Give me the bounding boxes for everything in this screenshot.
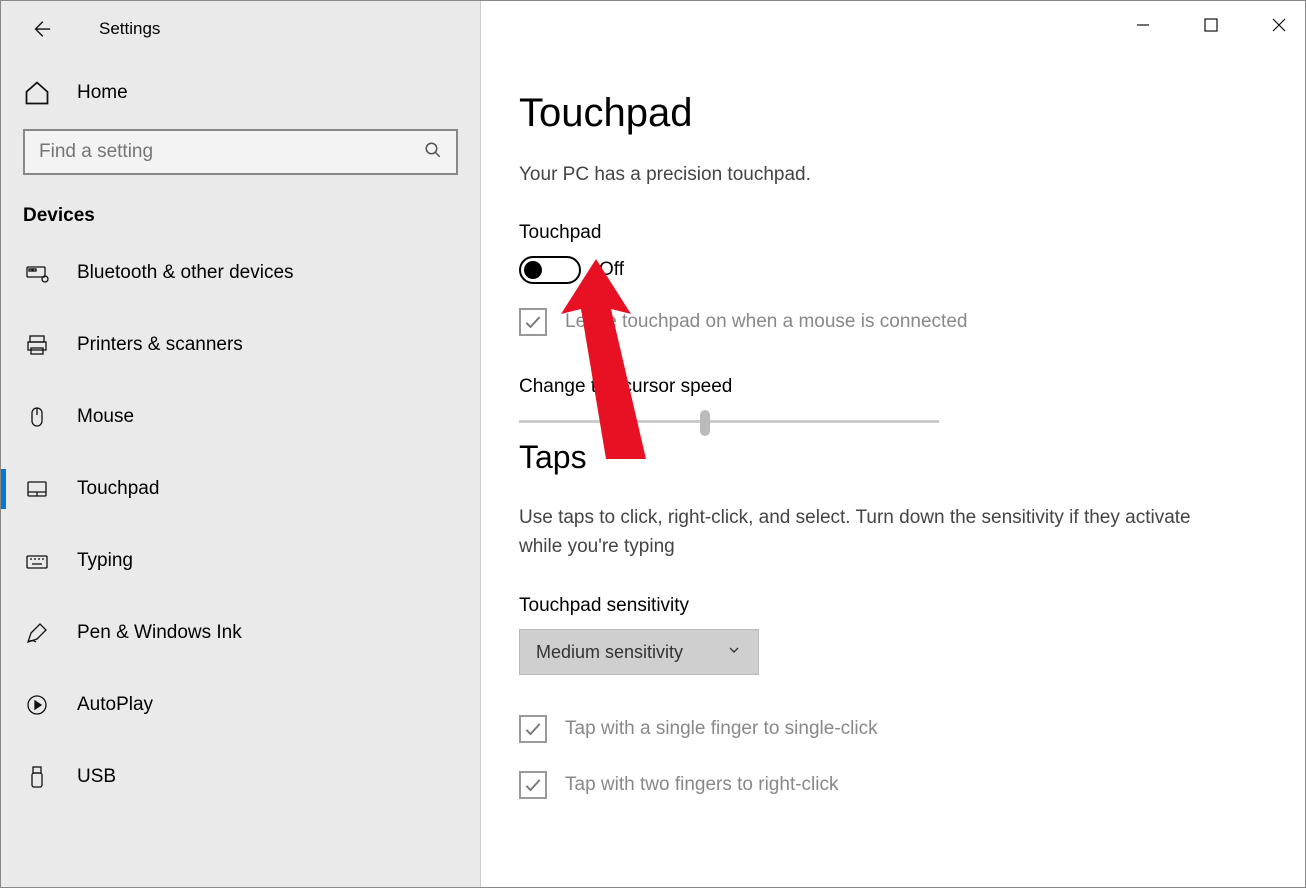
minimize-button[interactable] bbox=[1127, 9, 1159, 41]
main-content: Touchpad Your PC has a precision touchpa… bbox=[481, 1, 1305, 887]
mouse-icon bbox=[23, 403, 51, 431]
sidebar-item-label: Pen & Windows Ink bbox=[77, 622, 242, 644]
sidebar-item-label: Home bbox=[77, 82, 128, 104]
tap-single-checkbox[interactable] bbox=[519, 715, 547, 743]
sidebar-item-label: Typing bbox=[77, 550, 133, 572]
precision-text: Your PC has a precision touchpad. bbox=[519, 164, 1267, 186]
leave-touchpad-checkbox[interactable] bbox=[519, 308, 547, 336]
sidebar-item-label: Printers & scanners bbox=[77, 334, 243, 356]
home-icon bbox=[23, 79, 51, 107]
sensitivity-dropdown[interactable]: Medium sensitivity bbox=[519, 629, 759, 675]
search-icon bbox=[424, 141, 442, 164]
sidebar-item-mouse[interactable]: Mouse bbox=[1, 381, 480, 453]
leave-touchpad-label: Leave touchpad on when a mouse is connec… bbox=[565, 311, 967, 333]
tap-two-label: Tap with two fingers to right-click bbox=[565, 774, 839, 796]
usb-icon bbox=[23, 763, 51, 791]
cursor-speed-label: Change the cursor speed bbox=[519, 376, 1267, 398]
back-button[interactable] bbox=[23, 11, 59, 47]
sidebar-item-home[interactable]: Home bbox=[1, 57, 480, 129]
sidebar-item-label: AutoPlay bbox=[77, 694, 153, 716]
sidebar-item-label: Touchpad bbox=[77, 478, 159, 500]
toggle-state: Off bbox=[599, 259, 624, 281]
window-title: Settings bbox=[99, 19, 160, 39]
sidebar-item-touchpad[interactable]: Touchpad bbox=[1, 453, 480, 525]
sidebar-item-label: Mouse bbox=[77, 406, 134, 428]
maximize-button[interactable] bbox=[1195, 9, 1227, 41]
keyboard-icon bbox=[23, 547, 51, 575]
search-input-wrapper[interactable] bbox=[23, 129, 458, 175]
sidebar-item-typing[interactable]: Typing bbox=[1, 525, 480, 597]
printer-icon bbox=[23, 331, 51, 359]
tap-two-checkbox[interactable] bbox=[519, 771, 547, 799]
sidebar-item-pen[interactable]: Pen & Windows Ink bbox=[1, 597, 480, 669]
slider-handle[interactable] bbox=[700, 410, 710, 436]
toggle-knob bbox=[524, 261, 542, 279]
tap-single-label: Tap with a single finger to single-click bbox=[565, 718, 878, 740]
autoplay-icon bbox=[23, 691, 51, 719]
search-input[interactable] bbox=[39, 141, 424, 163]
settings-sidebar: Settings Home Devices Bluetooth & other … bbox=[1, 1, 481, 887]
sensitivity-label: Touchpad sensitivity bbox=[519, 595, 1267, 617]
taps-section-title: Taps bbox=[519, 439, 1267, 476]
chevron-down-icon bbox=[726, 642, 742, 663]
bluetooth-icon bbox=[23, 259, 51, 287]
pen-icon bbox=[23, 619, 51, 647]
sidebar-item-printers[interactable]: Printers & scanners bbox=[1, 309, 480, 381]
cursor-speed-slider[interactable] bbox=[519, 410, 939, 413]
touchpad-toggle[interactable] bbox=[519, 256, 581, 284]
page-title: Touchpad bbox=[519, 91, 1267, 136]
dropdown-value: Medium sensitivity bbox=[536, 642, 683, 663]
close-button[interactable] bbox=[1263, 9, 1295, 41]
sidebar-item-label: USB bbox=[77, 766, 116, 788]
category-title: Devices bbox=[1, 175, 480, 237]
touchpad-toggle-label: Touchpad bbox=[519, 222, 1267, 244]
sidebar-item-autoplay[interactable]: AutoPlay bbox=[1, 669, 480, 741]
taps-description: Use taps to click, right-click, and sele… bbox=[519, 504, 1219, 561]
sidebar-item-label: Bluetooth & other devices bbox=[77, 262, 294, 284]
touchpad-icon bbox=[23, 475, 51, 503]
sidebar-item-bluetooth[interactable]: Bluetooth & other devices bbox=[1, 237, 480, 309]
sidebar-item-usb[interactable]: USB bbox=[1, 741, 480, 813]
